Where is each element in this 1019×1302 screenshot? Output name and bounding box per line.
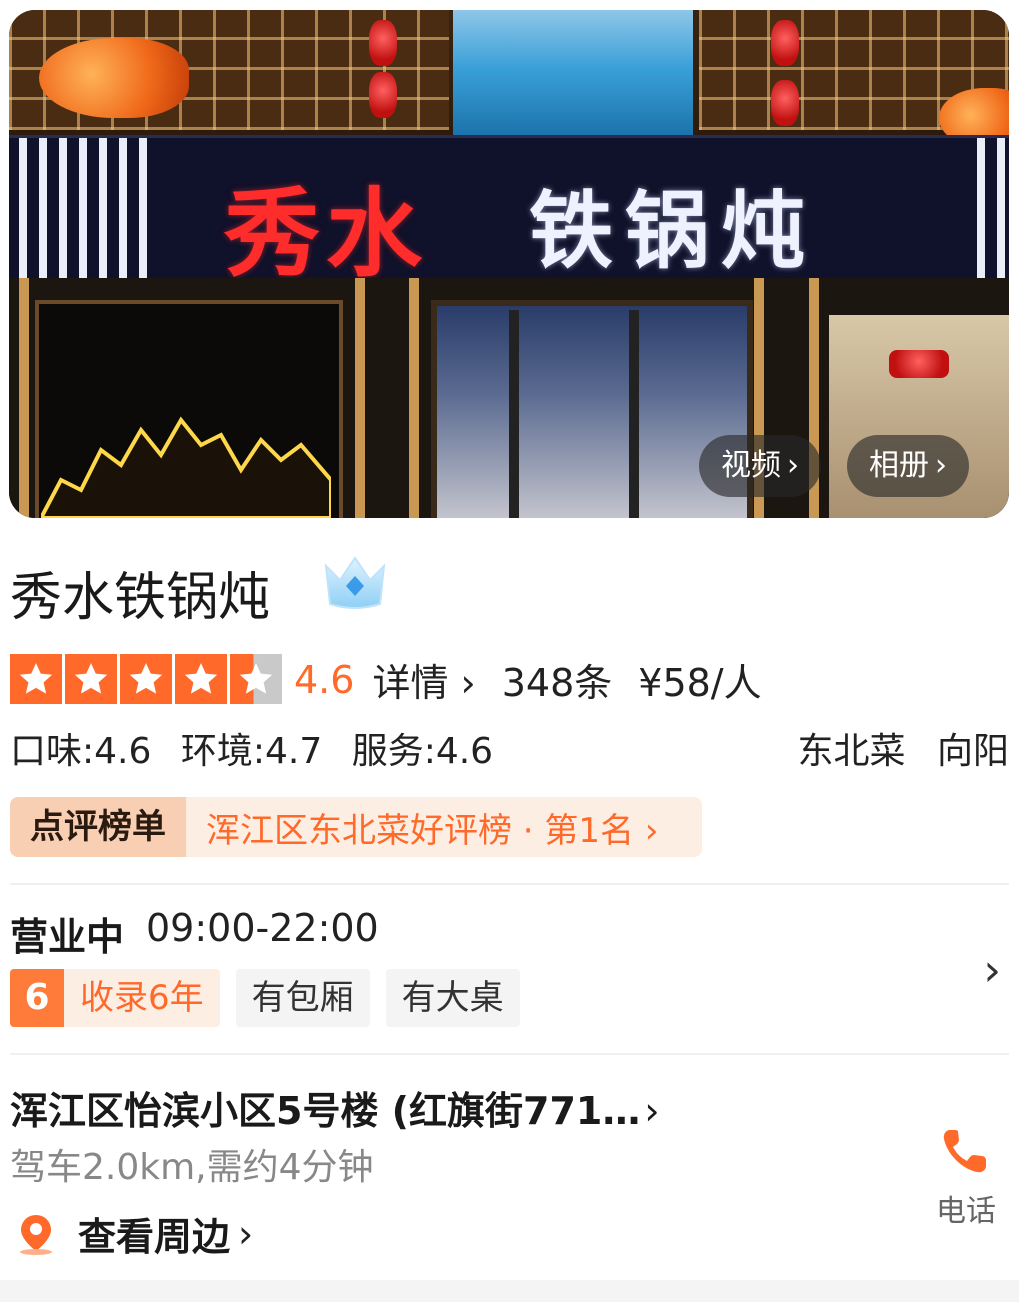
star-rating [10,654,282,704]
cuisine-label: 东北菜 [797,731,906,772]
light-stripes [19,138,149,278]
door-frame [629,310,639,518]
chevron-right-icon: › [644,1089,660,1133]
hours-more-chevron-icon[interactable]: › [983,945,1001,996]
environment-score: 环境:4.7 [180,731,323,772]
chevron-right-icon: › [935,448,947,483]
lantern [369,72,397,118]
feature-tags: 6 收录6年 有包厢 有大桌 [10,969,520,1027]
chevron-right-icon: › [787,448,799,483]
star-icon [65,654,117,704]
avg-price: ¥58/人 [638,661,762,705]
entrance-door [431,300,753,518]
chevron-right-icon: › [238,1211,254,1256]
divider [10,1053,1009,1055]
bottom-separator [0,1280,1019,1302]
address-text: 浑江区怡滨小区5号楼 (红旗街771… [10,1089,641,1133]
sub-scores: 口味:4.6 环境:4.7 服务:4.6 [10,722,511,774]
sign-text-white: 铁锅炖 [529,182,818,280]
review-count[interactable]: 348条 [502,652,613,707]
rating-row: 4.6 详情 › 348条 ¥58/人 [294,652,762,707]
drive-info: 驾车2.0km,需约4分钟 [10,1147,374,1188]
video-label: 视频 [721,448,781,483]
star-icon [175,654,227,704]
category-info: 东北菜 向阳 [778,722,1009,774]
pillar [355,278,365,518]
light-stripes [977,138,1009,278]
phone-icon[interactable] [936,1124,996,1180]
star-icon [10,654,62,704]
nearby-link[interactable]: 查看周边 › [16,1206,253,1261]
taste-score: 口味:4.6 [10,731,152,772]
sign-text-red: 秀水 [224,177,428,290]
details-label: 详情 [372,661,449,705]
ranking-tag: 点评榜单 [10,797,186,857]
business-status: 营业中 [10,915,125,959]
lamp [889,350,949,378]
private-room-tag: 有包厢 [235,969,370,1027]
rating-score: 4.6 [294,657,355,702]
ranking-text: 浑江区东北菜好评榜 · 第1名 › [206,810,659,851]
video-button[interactable]: 视频 › [699,435,821,497]
crown-badge-icon [324,556,386,609]
years-listed-tag: 6 收录6年 [10,969,220,1027]
star-icon [120,654,172,704]
divider [10,883,1009,885]
door-frame [509,310,519,518]
phone-label[interactable]: 电话 [936,1186,996,1230]
carp-decoration [39,38,189,118]
address-link[interactable]: 浑江区怡滨小区5号楼 (红旗街771… › [10,1080,660,1135]
pillar [409,278,419,518]
album-label: 相册 [869,448,929,483]
location-pin-icon [20,1214,52,1255]
album-button[interactable]: 相册 › [847,435,969,497]
half-star-icon [230,654,282,704]
chevron-right-icon: › [634,810,659,851]
big-table-tag: 有大桌 [385,969,520,1027]
details-link[interactable]: 详情 › [372,652,475,707]
lantern [369,20,397,66]
lantern [771,20,799,66]
shop-photo[interactable]: 秀水 铁锅炖 视频 › 相册 › [9,10,1009,518]
years-number: 6 [10,969,64,1027]
landscape-picture [453,10,693,140]
mountain-silhouette [41,416,331,518]
service-score: 服务:4.6 [351,731,494,772]
pillar [19,278,29,518]
business-hours: 09:00-22:00 [146,906,379,950]
lantern [771,80,799,126]
ranking-banner[interactable]: 点评榜单 浑江区东北菜好评榜 · 第1名 › [10,797,702,857]
shop-name: 秀水铁锅炖 [10,568,271,628]
years-text: 收录6年 [80,978,204,1018]
chevron-right-icon: › [448,661,476,705]
nearby-label: 查看周边 [78,1215,231,1259]
shop-signboard: 秀水 铁锅炖 [9,135,1009,290]
area-label: 向阳 [936,731,1009,772]
